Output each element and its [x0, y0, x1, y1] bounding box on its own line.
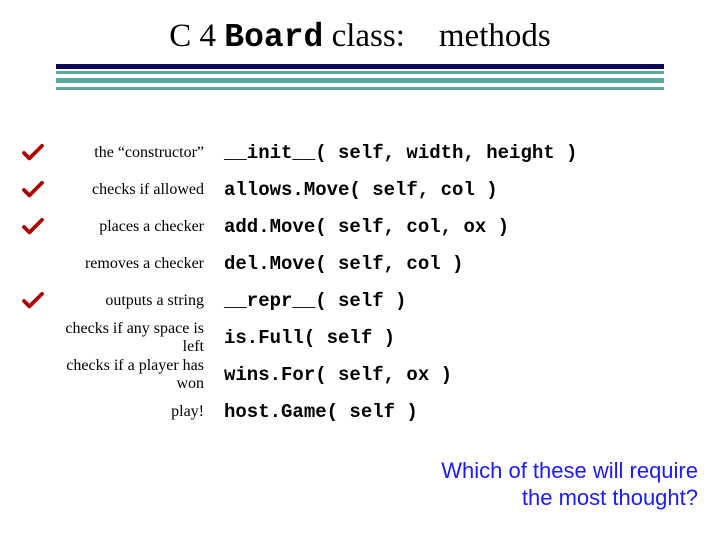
method-row: outputs a string__repr__( self ) — [20, 282, 720, 319]
method-row: the “constructor”__init__( self, width, … — [20, 134, 720, 171]
method-desc: the “constructor” — [46, 144, 210, 162]
question-line2: the most thought? — [522, 485, 698, 510]
method-desc: play! — [46, 403, 210, 421]
method-code: __repr__( self ) — [210, 290, 406, 312]
method-row: checks if a player has wonwins.For( self… — [20, 356, 720, 393]
method-desc: outputs a string — [46, 292, 210, 310]
method-desc: checks if a player has won — [46, 357, 210, 393]
title-container: C 4 Board class: methods — [0, 0, 720, 56]
method-code: wins.For( self, ox ) — [210, 364, 452, 386]
check-cell — [20, 181, 46, 199]
method-code: del.Move( self, col ) — [210, 253, 463, 275]
title-post: class: — [323, 18, 405, 54]
title-underline — [56, 64, 664, 90]
check-cell — [20, 218, 46, 236]
method-desc: checks if any space is left — [46, 320, 210, 356]
title-methods: methods — [439, 18, 551, 54]
checkmark-icon — [22, 181, 44, 199]
method-row: checks if any space is leftis.Full( self… — [20, 319, 720, 356]
title-mono: Board — [224, 19, 323, 56]
method-desc: checks if allowed — [46, 181, 210, 199]
method-code: is.Full( self ) — [210, 327, 395, 349]
footer-question: Which of these will require the most tho… — [441, 458, 698, 512]
check-cell — [20, 292, 46, 310]
method-code: host.Game( self ) — [210, 401, 418, 423]
method-row: removes a checkerdel.Move( self, col ) — [20, 245, 720, 282]
method-row: checks if allowedallows.Move( self, col … — [20, 171, 720, 208]
check-cell — [20, 144, 46, 162]
method-code: add.Move( self, col, ox ) — [210, 216, 509, 238]
checkmark-icon — [22, 292, 44, 310]
title-pre: C 4 — [169, 18, 224, 54]
method-code: __init__( self, width, height ) — [210, 142, 577, 164]
question-line1: Which of these will require — [441, 458, 698, 483]
checkmark-icon — [22, 144, 44, 162]
method-desc: places a checker — [46, 218, 210, 236]
method-desc: removes a checker — [46, 255, 210, 273]
slide-title: C 4 Board class: methods — [169, 18, 550, 56]
method-row: places a checkeradd.Move( self, col, ox … — [20, 208, 720, 245]
method-code: allows.Move( self, col ) — [210, 179, 498, 201]
method-row: play!host.Game( self ) — [20, 393, 720, 430]
method-list: the “constructor”__init__( self, width, … — [20, 134, 720, 430]
checkmark-icon — [22, 218, 44, 236]
